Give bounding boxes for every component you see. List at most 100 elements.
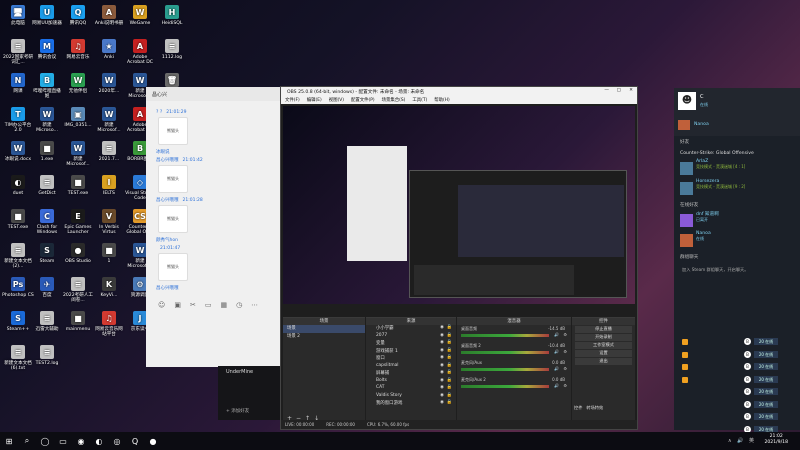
lock-icon[interactable]: 🔒 bbox=[447, 370, 452, 375]
gear-icon[interactable]: ⚙ bbox=[563, 349, 567, 354]
volume-meter[interactable] bbox=[461, 368, 549, 371]
task-view-icon[interactable]: ◯ bbox=[36, 432, 54, 450]
emoji-icon[interactable]: ☺ bbox=[158, 301, 165, 309]
close-icon[interactable]: ✕ bbox=[629, 88, 633, 93]
volume-meter[interactable] bbox=[461, 334, 549, 337]
image-icon[interactable]: ▦ bbox=[220, 301, 227, 309]
source-item[interactable]: 小小学霸 ◉ 🔒 bbox=[366, 325, 456, 333]
transitions-tab[interactable]: 控件 bbox=[574, 405, 582, 411]
system-tray[interactable]: ∧ 🔊 英 bbox=[728, 437, 756, 444]
source-item[interactable]: Valdis Story ◉ 🔒 bbox=[366, 393, 456, 401]
eye-icon[interactable]: ◉ bbox=[440, 348, 444, 353]
eye-icon[interactable]: ◉ bbox=[440, 400, 444, 405]
desktop-icon[interactable]: W 无他伴侣 bbox=[62, 73, 94, 94]
transitions-effects-tab[interactable]: 转场特效 bbox=[586, 405, 603, 411]
avatar[interactable] bbox=[678, 120, 690, 130]
desktop-icon[interactable]: C Clash for Windows bbox=[31, 209, 63, 235]
desktop-icon[interactable]: ■ 1.exe bbox=[31, 141, 63, 162]
eye-icon[interactable]: ◉ bbox=[440, 378, 444, 383]
source-item[interactable]: 屏幕捕 ◉ 🔒 bbox=[366, 370, 456, 378]
control-button[interactable]: 设置 bbox=[575, 350, 632, 357]
qq-chat-window[interactable]: 昌心兴 ? ? 21:01:29 熊猫头 冰眼说 昌心兴哦哦 21:01:42 熊猫头 昌心兴… bbox=[146, 87, 282, 367]
lock-icon[interactable]: 🔒 bbox=[447, 378, 452, 383]
desktop-icon[interactable]: A Adobe Acrobat DC bbox=[124, 39, 156, 65]
lock-icon[interactable]: 🔒 bbox=[447, 400, 452, 405]
eye-icon[interactable]: ◉ bbox=[440, 355, 444, 360]
friend-item[interactable]: dnf 知道啊 已离开 bbox=[674, 211, 800, 231]
qq-icon[interactable]: Q bbox=[126, 432, 144, 450]
control-button[interactable]: 工作室模式 bbox=[575, 342, 632, 349]
sticker-image[interactable]: 熊猫头 bbox=[158, 205, 188, 233]
desktop-icon[interactable]: W WeGame bbox=[124, 5, 156, 26]
minimize-icon[interactable]: — bbox=[604, 88, 609, 93]
gear-icon[interactable]: ⚙ bbox=[563, 383, 567, 388]
desktop-icon[interactable]: ≡ 2022考研人工阅卷... bbox=[62, 277, 94, 303]
windows-start-icon[interactable]: ⊞ bbox=[0, 432, 18, 450]
lock-icon[interactable]: 🔒 bbox=[447, 355, 452, 360]
desktop-icon[interactable]: I IELTS bbox=[93, 175, 125, 196]
scene-item[interactable]: 场景 2 bbox=[283, 333, 365, 341]
obs-window[interactable]: OBS 25.0.8 (64-bit, windows) - 配置文件: 未命名… bbox=[280, 86, 638, 430]
scene-item[interactable]: 场景 bbox=[283, 325, 365, 333]
gear-icon[interactable]: ⚙ bbox=[563, 366, 567, 371]
sticker-image[interactable]: 熊猫头 bbox=[158, 165, 188, 193]
desktop-icon[interactable]: ■ 1 bbox=[93, 243, 125, 264]
desktop-icon[interactable]: ≡ 1112.log bbox=[156, 39, 188, 60]
clock[interactable]: 21:02 2021/9/18 bbox=[764, 434, 788, 446]
source-item[interactable]: 2077 ◉ 🔒 bbox=[366, 333, 456, 341]
image-icon[interactable]: ▣ bbox=[174, 301, 181, 309]
group-chat-row[interactable]: B 20 在线 bbox=[674, 411, 800, 424]
source-item[interactable]: 我的窗口游戏 ◉ 🔒 bbox=[366, 400, 456, 408]
scissors-icon[interactable]: ✂ bbox=[190, 301, 196, 309]
chrome-icon[interactable]: ◉ bbox=[72, 432, 90, 450]
lock-icon[interactable]: 🔒 bbox=[447, 363, 452, 368]
desktop-icon[interactable]: ■ TEST.exe bbox=[2, 209, 34, 230]
desktop-icon[interactable]: ● OBS Studio bbox=[62, 243, 94, 264]
desktop-icon[interactable]: U 网易UU加速器 bbox=[31, 5, 63, 26]
lock-icon[interactable]: 🔒 bbox=[447, 348, 452, 353]
avatar[interactable]: ☻ bbox=[678, 92, 696, 110]
group-chat-row[interactable]: B 20 在线 bbox=[674, 349, 800, 362]
menu-item[interactable]: 视图(V) bbox=[329, 97, 344, 103]
speaker-icon[interactable]: 🔊 bbox=[554, 366, 559, 371]
source-item[interactable]: CAT ◉ 🔒 bbox=[366, 385, 456, 393]
eye-icon[interactable]: ◉ bbox=[440, 393, 444, 398]
desktop-icon[interactable]: ◐ duet bbox=[2, 175, 34, 196]
lock-icon[interactable]: 🔒 bbox=[447, 340, 452, 345]
speaker-icon[interactable]: 🔊 bbox=[554, 332, 559, 337]
desktop-icon[interactable]: T TIM办公平台 2.0 bbox=[2, 107, 34, 133]
desktop-icon[interactable]: V In Verbis Virtus bbox=[93, 209, 125, 235]
desktop-icon[interactable]: ≡ 迅雷大辅助 bbox=[31, 311, 63, 332]
desktop-icon[interactable]: S Steam++ bbox=[2, 311, 34, 332]
menu-item[interactable]: 帮助(H) bbox=[434, 97, 450, 103]
gear-icon[interactable]: ⚙ bbox=[563, 332, 567, 337]
underline-window[interactable]: UnderMine + 添加好友 bbox=[218, 366, 282, 420]
desktop-icon[interactable]: ≡ 新建文本文档(2)... bbox=[2, 243, 34, 269]
desktop-icon[interactable]: H HeidiSQL bbox=[156, 5, 188, 26]
desktop-icon[interactable]: ▣ IMG_0351... bbox=[62, 107, 94, 128]
group-chat-row[interactable]: B 20 在线 bbox=[674, 361, 800, 374]
desktop-icon[interactable]: ■ TEST.exe bbox=[62, 175, 94, 196]
sticker-image[interactable]: 熊猫头 bbox=[158, 253, 188, 281]
more-icon[interactable]: ⋯ bbox=[251, 301, 258, 309]
menu-item[interactable]: 文件(F) bbox=[285, 97, 300, 103]
edge-icon[interactable]: ◐ bbox=[90, 432, 108, 450]
menu-item[interactable]: 场景集合(S) bbox=[382, 97, 406, 103]
control-button[interactable]: 停止直播 bbox=[575, 326, 632, 333]
eye-icon[interactable]: ◉ bbox=[440, 333, 444, 338]
desktop-icon[interactable]: K KeyVi... bbox=[93, 277, 125, 298]
group-chat-row[interactable]: B 20 在线 bbox=[674, 386, 800, 399]
desktop-icon[interactable]: ≡ 2022国家考研词汇... bbox=[2, 39, 34, 65]
desktop-icon[interactable]: M 腾讯会议 bbox=[31, 39, 63, 60]
desktop-icon[interactable]: N 网课 bbox=[2, 73, 34, 94]
desktop-icon[interactable]: ≡ TEST2.log bbox=[31, 345, 63, 366]
control-button[interactable]: 开始录制 bbox=[575, 334, 632, 341]
group-chat-row[interactable]: B 20 在线 bbox=[674, 336, 800, 349]
search-icon[interactable]: ⌕ bbox=[18, 432, 36, 450]
source-item[interactable]: 变量 ◉ 🔒 bbox=[366, 340, 456, 348]
maximize-icon[interactable]: ▢ bbox=[617, 88, 621, 93]
desktop-icon[interactable]: W 2020年... bbox=[93, 73, 125, 94]
lock-icon[interactable]: 🔒 bbox=[447, 385, 452, 390]
menu-item[interactable]: 配置文件(P) bbox=[351, 97, 375, 103]
folder-icon[interactable]: ▭ bbox=[205, 301, 212, 309]
